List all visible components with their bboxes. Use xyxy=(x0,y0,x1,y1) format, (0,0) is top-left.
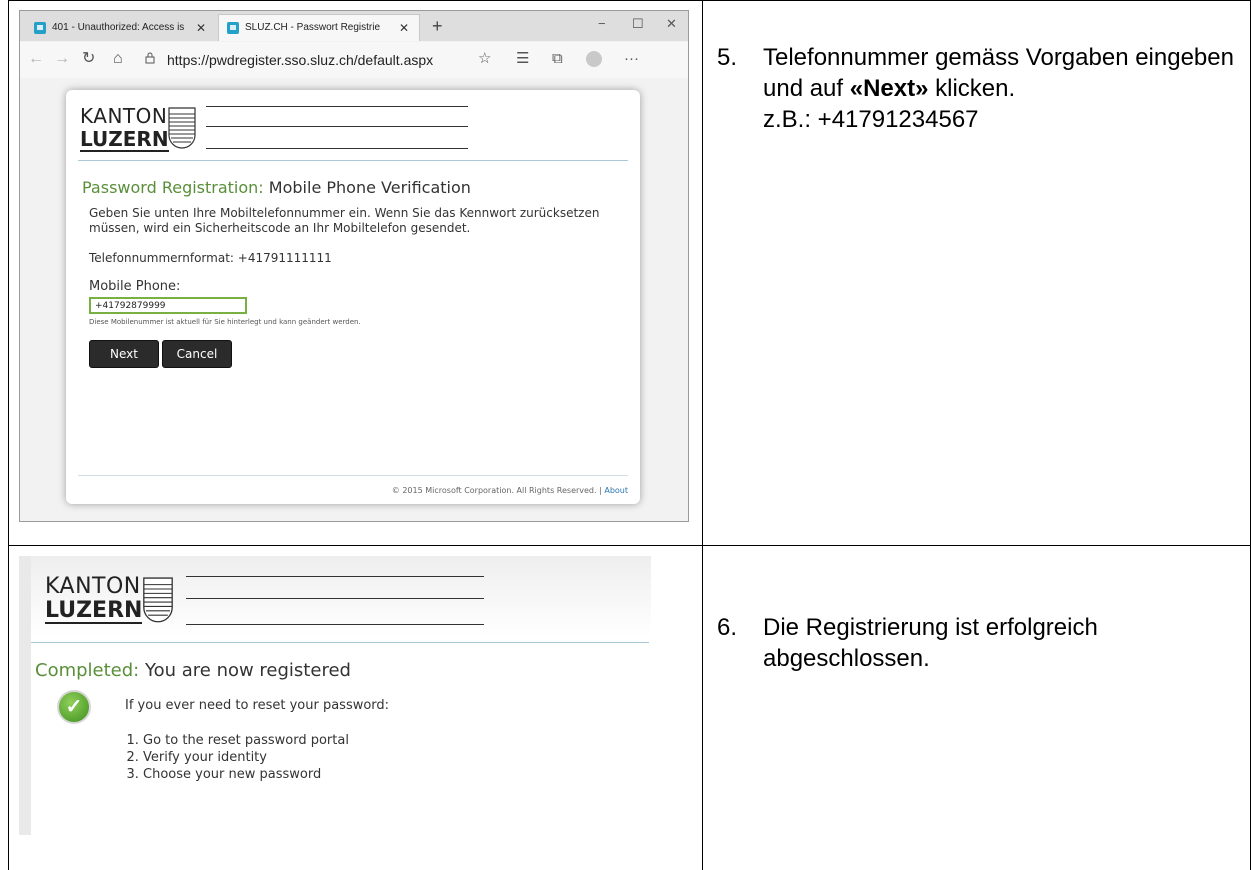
logo-rule xyxy=(206,106,468,107)
about-link[interactable]: About xyxy=(604,486,628,495)
tab-close-icon[interactable]: ✕ xyxy=(399,15,409,41)
copyright-text: © 2015 Microsoft Corporation. All Rights… xyxy=(391,486,602,495)
tab-close-icon[interactable]: ✕ xyxy=(196,15,206,41)
logo-luzern: LUZERN xyxy=(80,127,169,152)
kanton-luzern-logo: KANTON LUZERN xyxy=(80,104,480,154)
coat-of-arms-icon xyxy=(168,107,196,149)
completed-intro: If you ever need to reset your password: xyxy=(125,698,390,713)
page-viewport: KANTON LUZERN Password Registration: Mob… xyxy=(20,78,688,521)
header-separator xyxy=(31,642,649,643)
step-text-part: klicken. xyxy=(928,75,1016,102)
intro-text: Geben Sie unten Ihre Mobiltelefonnummer … xyxy=(89,206,600,235)
logo-rule xyxy=(186,576,484,577)
profile-avatar[interactable] xyxy=(586,51,602,67)
minimize-icon[interactable]: − xyxy=(598,15,606,33)
address-bar-row: ← → ↻ ⌂ https://pwdregister.sso.sluz.ch/… xyxy=(20,42,688,78)
step-number: 5. xyxy=(717,44,738,71)
maximize-icon[interactable]: ☐ xyxy=(632,15,644,33)
step-text: Telefonnummer gemäss Vorgaben eingeben u… xyxy=(763,42,1251,135)
tab-unauthorized[interactable]: 401 - Unauthorized: Access is de ✕ xyxy=(26,15,216,41)
tab-title: 401 - Unauthorized: Access is de xyxy=(52,22,187,33)
browser-window: 401 - Unauthorized: Access is de ✕ SLUZ.… xyxy=(19,10,689,522)
list-item: Verify your identity xyxy=(143,749,349,766)
favorites-list-icon[interactable]: ☰ xyxy=(516,50,529,68)
list-item: Choose your new password xyxy=(143,766,349,783)
logo-rule xyxy=(206,148,468,149)
forward-icon[interactable]: → xyxy=(54,50,70,68)
table-border-middle xyxy=(702,0,703,870)
logo-rule xyxy=(186,598,484,599)
step-example: z.B.: +41791234567 xyxy=(763,106,979,133)
table-border-left xyxy=(8,0,9,870)
phone-label: Mobile Phone: xyxy=(89,279,181,294)
step-number: 6. xyxy=(717,614,738,641)
page-title: Password Registration: Mobile Phone Veri… xyxy=(82,178,471,197)
step-text: Die Registrierung ist erfolgreich abgesc… xyxy=(763,614,1098,672)
title-prefix: Completed: xyxy=(35,660,140,681)
registration-card: KANTON LUZERN Password Registration: Mob… xyxy=(66,90,640,504)
footer: © 2015 Microsoft Corporation. All Rights… xyxy=(392,486,628,495)
more-menu-icon[interactable]: ··· xyxy=(624,50,639,68)
home-icon[interactable]: ⌂ xyxy=(113,50,123,68)
logo-kanton: KANTON xyxy=(80,104,168,128)
collections-icon[interactable]: ⧉ xyxy=(552,50,563,68)
table-row-divider xyxy=(8,545,1251,546)
page-favicon-icon xyxy=(34,22,46,34)
reset-steps-list: Go to the reset password portal Verify y… xyxy=(125,732,349,783)
tab-title: SLUZ.CH - Passwort Registrierung xyxy=(245,22,380,33)
completed-screenshot: KANTON LUZERN Completed: You are now reg… xyxy=(19,556,656,835)
next-button[interactable]: Next xyxy=(89,340,159,368)
success-check-icon: ✓ xyxy=(57,690,91,724)
table-border-top xyxy=(8,0,1251,1)
new-tab-icon[interactable]: + xyxy=(432,15,443,37)
favorite-star-icon[interactable]: ☆ xyxy=(478,50,491,68)
title-prefix: Password Registration: xyxy=(82,178,264,197)
logo-luzern: LUZERN xyxy=(45,598,143,624)
logo-rule xyxy=(206,126,468,127)
cancel-button[interactable]: Cancel xyxy=(162,340,232,368)
title-text: Mobile Phone Verification xyxy=(268,178,471,197)
logo-kanton: KANTON xyxy=(45,574,141,599)
tab-bar: 401 - Unauthorized: Access is de ✕ SLUZ.… xyxy=(20,11,688,41)
logo-rule xyxy=(186,624,484,625)
mobile-phone-input[interactable] xyxy=(89,297,247,314)
kanton-luzern-logo: KANTON LUZERN xyxy=(45,574,545,634)
title-text: You are now registered xyxy=(144,660,351,681)
back-icon[interactable]: ← xyxy=(28,50,44,68)
phone-note: Diese Mobilenummer ist aktuell für Sie h… xyxy=(89,318,361,326)
window-close-icon[interactable]: ✕ xyxy=(666,15,677,33)
lock-icon xyxy=(145,52,155,64)
coat-of-arms-icon xyxy=(143,577,173,623)
step-text-bold: «Next» xyxy=(849,75,929,102)
left-shade xyxy=(19,556,31,835)
url-field[interactable]: https://pwdregister.sso.sluz.ch/default.… xyxy=(167,52,433,68)
refresh-icon[interactable]: ↻ xyxy=(82,50,95,68)
page-favicon-icon xyxy=(227,22,239,34)
completed-title: Completed: You are now registered xyxy=(35,660,351,681)
list-item: Go to the reset password portal xyxy=(143,732,349,749)
tab-registration[interactable]: SLUZ.CH - Passwort Registrierung ✕ xyxy=(218,14,420,41)
header-separator xyxy=(78,160,628,161)
format-text: Telefonnummernformat: +41791111111 xyxy=(89,251,332,265)
footer-separator xyxy=(78,475,628,476)
